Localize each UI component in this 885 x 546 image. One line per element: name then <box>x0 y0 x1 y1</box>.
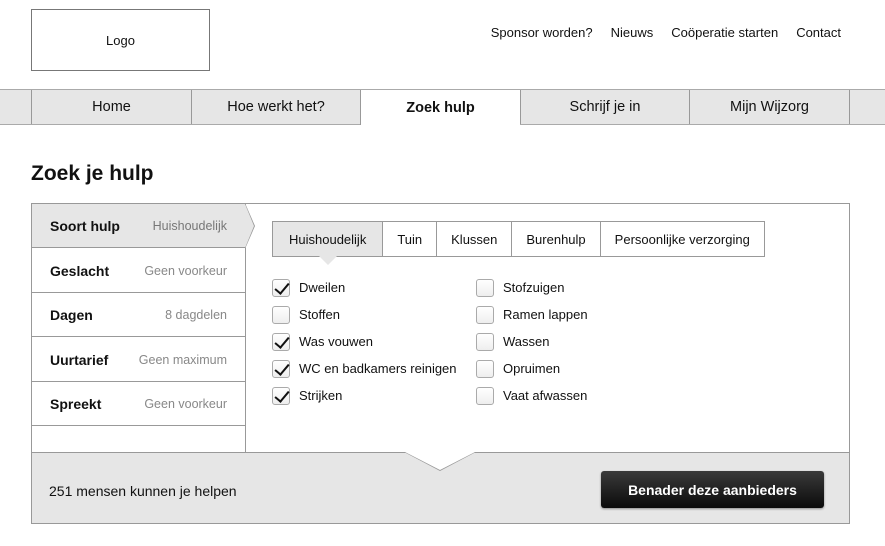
checkbox-unchecked[interactable] <box>476 305 494 324</box>
filter-geslacht[interactable]: Geslacht Geen voorkeur <box>32 249 245 293</box>
checkbox-wassen[interactable]: Wassen <box>476 328 588 355</box>
tab-burenhulp[interactable]: Burenhulp <box>512 222 601 256</box>
filter-soort-hulp[interactable]: Soort hulp Huishoudelijk <box>32 204 245 248</box>
main-nav: Home Hoe werkt het? Zoek hulp Schrijf je… <box>0 89 885 125</box>
checkbox-was-vouwen[interactable]: Was vouwen <box>272 328 457 355</box>
results-footer: 251 mensen kunnen je helpen Benader deze… <box>32 452 849 523</box>
checkbox-checked[interactable] <box>272 278 290 297</box>
tab-label: Huishoudelijk <box>289 231 367 247</box>
filter-value: Geen voorkeur <box>144 263 227 278</box>
filter-value: Geen maximum <box>138 352 227 367</box>
filter-label: Geslacht <box>50 262 110 279</box>
contact-providers-button[interactable]: Benader deze aanbieders <box>601 471 824 508</box>
tab-huishoudelijk[interactable]: Huishoudelijk <box>273 222 384 265</box>
filter-value: Geen voorkeur <box>144 396 227 411</box>
search-panel: Soort hulp Huishoudelijk Geslacht Geen v… <box>31 203 850 524</box>
filter-label: Spreekt <box>50 395 102 412</box>
top-links: Sponsor worden? Nieuws Coöperatie starte… <box>491 25 841 40</box>
checklist-left: Dweilen Stoffen Was vouwen WC en badkame… <box>272 274 457 409</box>
checkbox-checked[interactable] <box>272 359 290 378</box>
checkbox-label: Stoffen <box>299 307 340 322</box>
filter-label: Dagen <box>50 306 93 323</box>
checkbox-wc-badkamers[interactable]: WC en badkamers reinigen <box>272 355 457 382</box>
checkbox-label: WC en badkamers reinigen <box>299 361 457 376</box>
checkbox-dweilen[interactable]: Dweilen <box>272 274 457 301</box>
nav-schrijf-je-in[interactable]: Schrijf je in <box>520 90 689 124</box>
checkbox-ramen-lappen[interactable]: Ramen lappen <box>476 301 588 328</box>
filter-value: Huishoudelijk <box>152 218 227 233</box>
filter-uurtarief[interactable]: Uurtarief Geen maximum <box>32 338 245 382</box>
checkbox-unchecked[interactable] <box>476 386 494 405</box>
link-sponsor[interactable]: Sponsor worden? <box>491 25 593 40</box>
active-filter-pointer <box>245 204 254 248</box>
checkbox-unchecked[interactable] <box>476 278 494 297</box>
active-tab-pointer <box>318 256 337 265</box>
checkbox-unchecked[interactable] <box>476 359 494 378</box>
checkbox-stoffen[interactable]: Stoffen <box>272 301 457 328</box>
checklist-right: Stofzuigen Ramen lappen Wassen Opruimen … <box>476 274 588 409</box>
category-tabs: Huishoudelijk Tuin Klussen Burenhulp Per… <box>272 221 765 265</box>
filter-label: Uurtarief <box>50 351 109 368</box>
checkbox-checked[interactable] <box>272 332 290 351</box>
checkbox-label: Opruimen <box>503 361 561 376</box>
checkbox-label: Dweilen <box>299 280 346 295</box>
checkbox-opruimen[interactable]: Opruimen <box>476 355 588 382</box>
filter-spreekt[interactable]: Spreekt Geen voorkeur <box>32 382 245 426</box>
checkbox-stofzuigen[interactable]: Stofzuigen <box>476 274 588 301</box>
results-count: 251 mensen kunnen je helpen <box>49 483 237 499</box>
checkbox-unchecked[interactable] <box>272 305 290 324</box>
nav-zoek-hulp[interactable]: Zoek hulp <box>360 90 520 125</box>
checkbox-label: Was vouwen <box>299 334 373 349</box>
checkbox-vaat-afwassen[interactable]: Vaat afwassen <box>476 382 588 409</box>
nav-hoe-werkt-het[interactable]: Hoe werkt het? <box>191 90 360 124</box>
checkbox-label: Ramen lappen <box>503 307 588 322</box>
link-cooperatie[interactable]: Coöperatie starten <box>671 25 778 40</box>
filter-label: Soort hulp <box>50 217 120 234</box>
tab-persoonlijke-verzorging[interactable]: Persoonlijke verzorging <box>601 222 764 256</box>
link-nieuws[interactable]: Nieuws <box>611 25 654 40</box>
filter-dagen[interactable]: Dagen 8 dagdelen <box>32 293 245 337</box>
nav-divider <box>849 90 850 124</box>
checkbox-strijken[interactable]: Strijken <box>272 382 457 409</box>
tab-tuin[interactable]: Tuin <box>383 222 438 256</box>
link-contact[interactable]: Contact <box>796 25 841 40</box>
logo[interactable]: Logo <box>31 9 210 71</box>
checkbox-checked[interactable] <box>272 386 290 405</box>
page-title: Zoek je hulp <box>31 162 154 185</box>
checkbox-label: Wassen <box>503 334 550 349</box>
checkbox-label: Strijken <box>299 388 343 403</box>
checkbox-label: Vaat afwassen <box>503 388 588 403</box>
filter-list: Soort hulp Huishoudelijk Geslacht Geen v… <box>32 203 255 452</box>
checkbox-unchecked[interactable] <box>476 332 494 351</box>
nav-home[interactable]: Home <box>31 90 191 124</box>
checkbox-label: Stofzuigen <box>503 280 565 295</box>
footer-notch <box>405 452 475 470</box>
nav-mijn-wijzorg[interactable]: Mijn Wijzorg <box>689 90 849 124</box>
filter-value: 8 dagdelen <box>165 307 227 322</box>
tab-klussen[interactable]: Klussen <box>437 222 513 256</box>
